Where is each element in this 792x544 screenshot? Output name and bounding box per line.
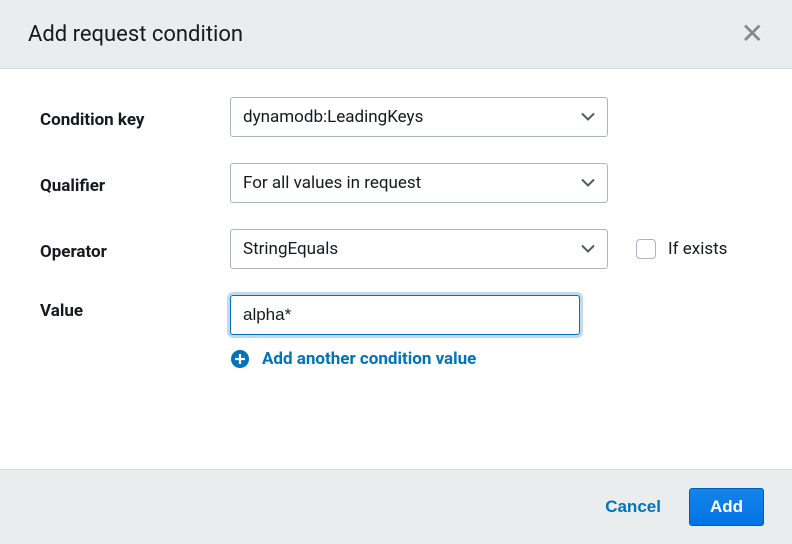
label-value: Value: [40, 295, 230, 321]
modal-header: Add request condition ✕: [0, 0, 792, 69]
plus-circle-icon: [230, 349, 250, 369]
operator-select[interactable]: StringEquals: [230, 229, 608, 269]
label-qualifier: Qualifier: [40, 170, 230, 196]
control-operator: StringEquals If exists: [230, 229, 752, 269]
condition-key-value: dynamodb:LeadingKeys: [243, 107, 423, 127]
if-exists-checkbox[interactable]: [636, 239, 656, 259]
add-another-label: Add another condition value: [262, 349, 476, 369]
row-qualifier: Qualifier For all values in request: [40, 163, 752, 203]
qualifier-value: For all values in request: [243, 173, 421, 193]
if-exists-label: If exists: [668, 239, 727, 259]
modal-body: Condition key dynamodb:LeadingKeys Quali…: [0, 69, 792, 469]
qualifier-select[interactable]: For all values in request: [230, 163, 608, 203]
row-operator: Operator StringEquals If exists: [40, 229, 752, 269]
caret-down-icon: [581, 113, 595, 122]
caret-down-icon: [581, 245, 595, 254]
close-icon[interactable]: ✕: [741, 20, 764, 48]
control-value: Add another condition value: [230, 295, 580, 373]
cancel-button[interactable]: Cancel: [599, 496, 667, 518]
operator-value: StringEquals: [243, 239, 338, 259]
row-condition-key: Condition key dynamodb:LeadingKeys: [40, 97, 752, 137]
control-condition-key: dynamodb:LeadingKeys: [230, 97, 752, 137]
row-value: Value Add another condition value: [40, 295, 752, 373]
modal-footer: Cancel Add: [0, 469, 792, 544]
add-another-value-link[interactable]: Add another condition value: [230, 349, 476, 369]
modal-title: Add request condition: [28, 22, 243, 47]
caret-down-icon: [581, 179, 595, 188]
label-operator: Operator: [40, 236, 230, 262]
control-qualifier: For all values in request: [230, 163, 752, 203]
if-exists-wrap: If exists: [636, 239, 727, 259]
value-input[interactable]: [230, 295, 580, 335]
condition-key-select[interactable]: dynamodb:LeadingKeys: [230, 97, 608, 137]
label-condition-key: Condition key: [40, 104, 230, 130]
add-button[interactable]: Add: [689, 488, 764, 526]
add-request-condition-modal: Add request condition ✕ Condition key dy…: [0, 0, 792, 544]
